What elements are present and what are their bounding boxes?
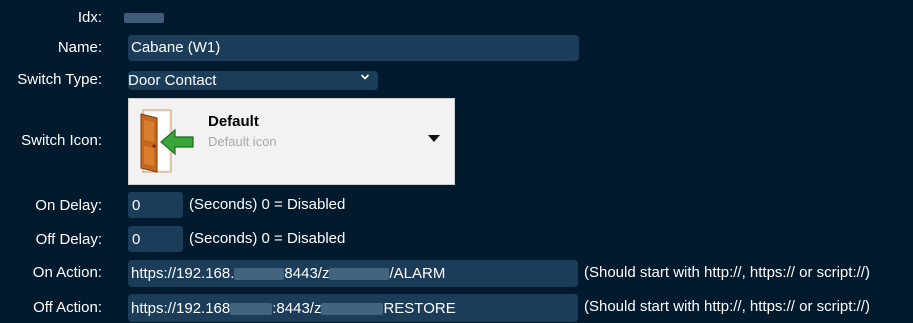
- off-action-input[interactable]: https://192.168 :8443/z RESTORE: [128, 294, 578, 322]
- off-action-text-start: https://192.168: [131, 300, 231, 317]
- off-delay-hint: (Seconds) 0 = Disabled: [189, 230, 346, 247]
- chevron-down-icon: [360, 72, 370, 85]
- on-delay-label: On Delay:: [35, 197, 102, 214]
- icon-title: Default: [208, 113, 259, 130]
- idx-label: Idx:: [77, 9, 102, 26]
- idx-value-redacted: [124, 13, 164, 23]
- off-action-text-end: RESTORE: [383, 300, 456, 317]
- off-delay-label: Off Delay:: [35, 231, 102, 248]
- off-action-label: Off Action:: [33, 299, 102, 316]
- off-action-hint: (Should start with http://, https:// or …: [584, 298, 870, 315]
- on-action-text-end: /ALARM: [389, 265, 446, 282]
- on-delay-value: 0: [132, 197, 141, 214]
- on-action-input[interactable]: https://192.168. 8443/z/ALARM: [128, 260, 578, 287]
- on-action-hint: (Should start with http://, https:// or …: [584, 264, 870, 281]
- on-action-text-start: https://192.168.: [131, 265, 235, 282]
- icon-subtitle: Default icon: [208, 134, 277, 149]
- switch-type-select[interactable]: Door Contact: [128, 71, 378, 90]
- on-delay-input[interactable]: 0: [128, 192, 183, 218]
- on-action-text-middle: 8443/z: [284, 265, 330, 282]
- name-input-value: Cabane (W1): [131, 39, 221, 56]
- on-action-label: On Action:: [32, 264, 102, 281]
- name-label: Name:: [57, 39, 102, 56]
- name-input[interactable]: Cabane (W1): [128, 35, 579, 61]
- off-delay-value: 0: [132, 231, 141, 248]
- on-delay-hint: (Seconds) 0 = Disabled: [189, 196, 346, 213]
- switch-icon-select[interactable]: Default Default icon: [128, 98, 455, 185]
- switch-icon-label: Switch Icon:: [21, 132, 102, 149]
- door-contact-icon: [137, 108, 197, 178]
- off-delay-input[interactable]: 0: [128, 226, 183, 252]
- off-action-redacted-1: [230, 303, 273, 316]
- off-action-redacted-2: [321, 303, 384, 316]
- on-action-redacted-1: [234, 268, 285, 281]
- off-action-text-middle: :8443/z: [272, 300, 322, 317]
- switch-type-label: Switch Type:: [17, 71, 102, 88]
- switch-type-value: Door Contact: [128, 72, 217, 89]
- on-action-redacted-2: [329, 268, 390, 281]
- caret-down-icon: [428, 135, 440, 142]
